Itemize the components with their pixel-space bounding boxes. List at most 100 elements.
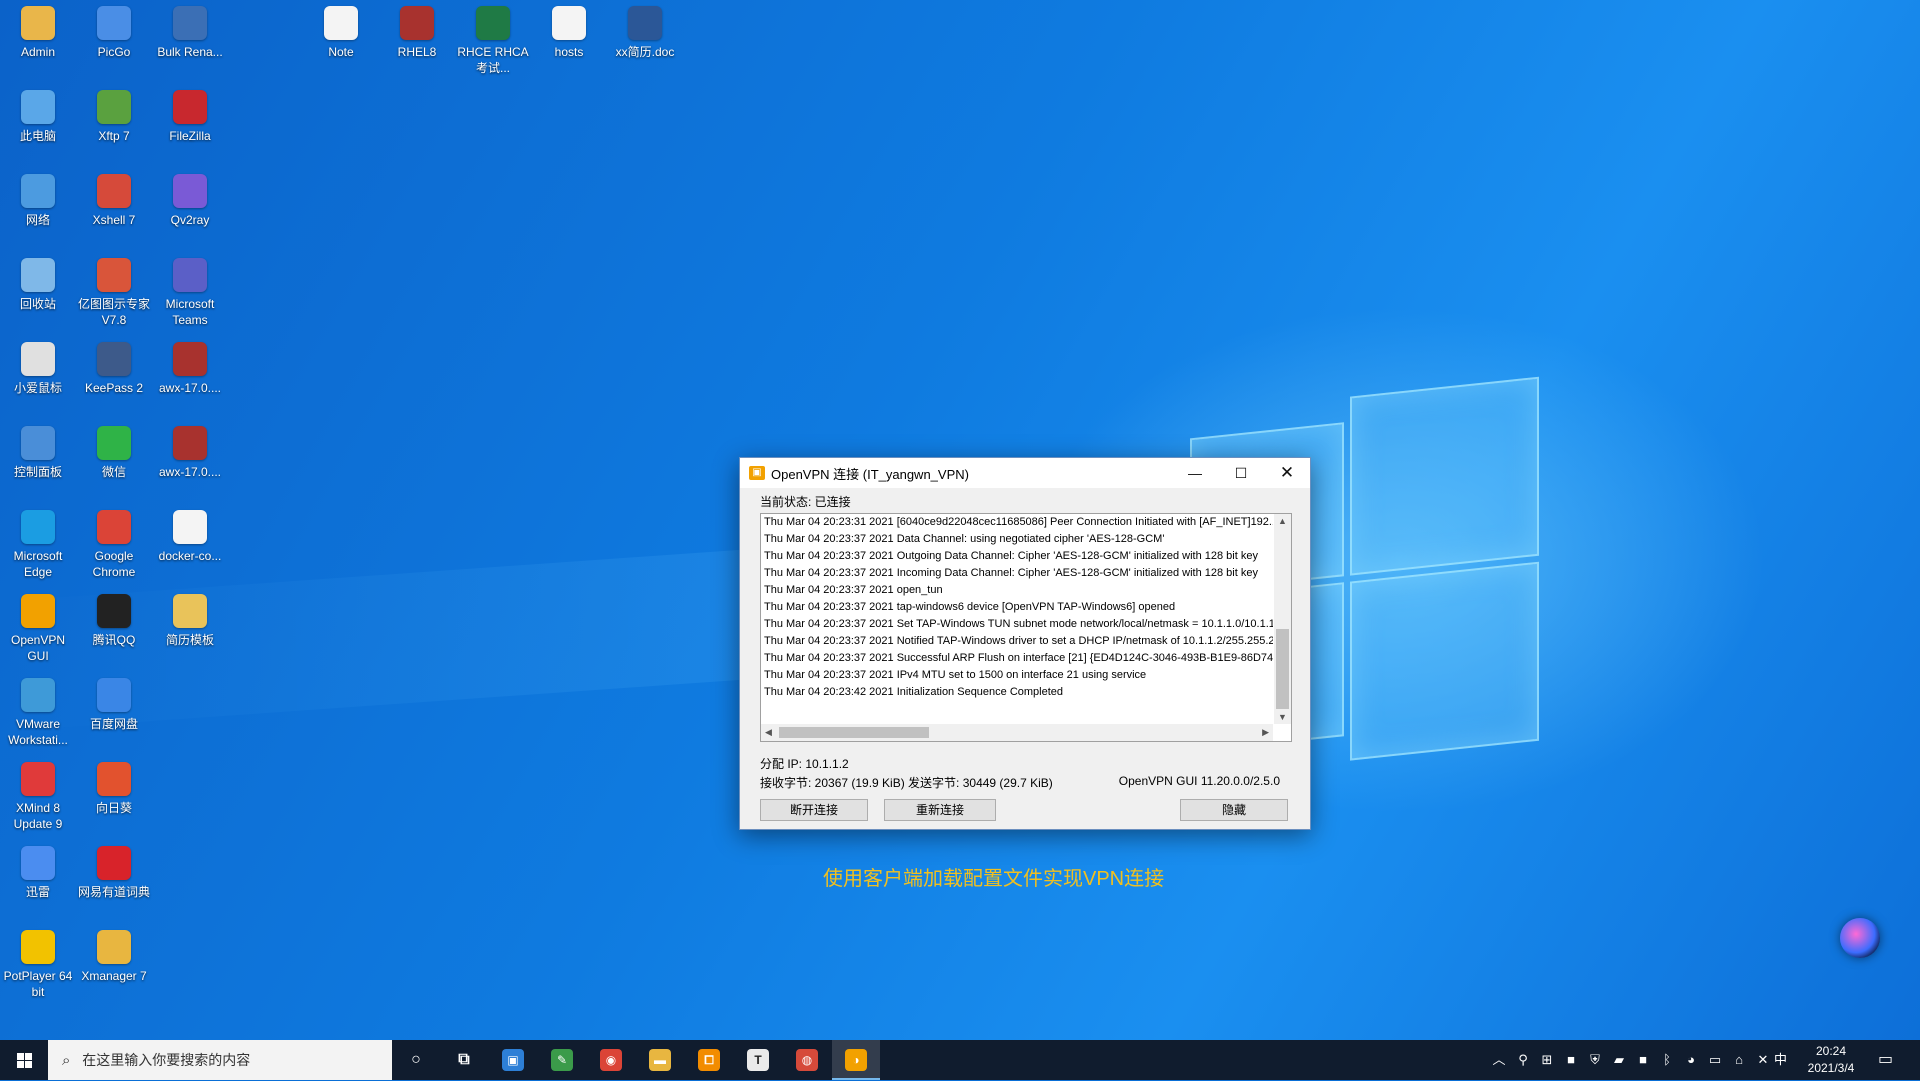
wechat-tray-icon[interactable]: ◕ (1680, 1040, 1702, 1080)
app-tray-icon[interactable]: ■ (1560, 1040, 1582, 1080)
desktop-icon[interactable]: FileZilla (152, 84, 228, 144)
app-tray-icon[interactable]: ■ (1632, 1040, 1654, 1080)
desktop-icon[interactable]: PicGo (76, 0, 152, 60)
desktop-icon[interactable]: 小爱鼠标 (0, 336, 76, 396)
desktop-icon[interactable]: xx简历.doc (607, 0, 683, 60)
minimize-button[interactable]: — (1172, 458, 1218, 488)
desktop-icon[interactable]: XMind 8 Update 9 (0, 756, 76, 832)
desktop-icon[interactable]: Xshell 7 (76, 168, 152, 228)
taskbar-typora-button[interactable]: T (734, 1040, 782, 1080)
mute-icon[interactable]: ✕ (1752, 1040, 1774, 1080)
desktop-icon[interactable]: hosts (531, 0, 607, 60)
bluetooth-icon[interactable]: ᛒ (1656, 1040, 1678, 1080)
wifi-icon[interactable]: ⌂ (1728, 1040, 1750, 1080)
desktop-icon[interactable]: 网络 (0, 168, 76, 228)
desktop-icon[interactable]: Google Chrome (76, 504, 152, 580)
scroll-left-icon[interactable]: ◀ (765, 727, 772, 738)
taskbar-chrome-button[interactable]: ◉ (587, 1040, 635, 1080)
taskbar-vmware-button[interactable]: ⧠ (685, 1040, 733, 1080)
desktop-icon[interactable]: 微信 (76, 420, 152, 480)
reconnect-button[interactable]: 重新连接 (884, 799, 996, 821)
xftp-icon (97, 90, 131, 124)
desktop-icon[interactable]: 回收站 (0, 252, 76, 312)
taskbar-store-button[interactable]: ▣ (489, 1040, 537, 1080)
desktop-icon[interactable]: 简历模板 (152, 588, 228, 648)
desktop-icon[interactable]: 网易有道词典 (76, 840, 152, 900)
taskbar-notepad-button[interactable]: ✎ (538, 1040, 586, 1080)
close-button[interactable]: ✕ (1264, 458, 1310, 488)
desktop-icon[interactable]: awx-17.0.... (152, 420, 228, 480)
desktop-icon[interactable]: Xmanager 7 (76, 924, 152, 984)
computer-icon (21, 90, 55, 124)
chrome-icon: ◉ (600, 1048, 622, 1071)
desktop-icon-label: Bulk Rena... (157, 45, 223, 59)
taskbar-search-box[interactable]: ⌕ 在这里输入你要搜索的内容 (48, 1040, 392, 1080)
desktop-icon[interactable]: Admin (0, 0, 76, 60)
desktop-icon-label: Microsoft Teams (165, 297, 215, 327)
start-button[interactable] (0, 1040, 48, 1080)
desktop-icon[interactable]: docker-co... (152, 504, 228, 564)
horizontal-scrollbar[interactable]: ◀ ▶ (761, 724, 1273, 741)
chevron-up-icon[interactable]: ︿ (1488, 1040, 1510, 1080)
title-bar[interactable]: ▣ OpenVPN 连接 (IT_yangwn_VPN) — ☐ ✕ (740, 458, 1310, 488)
taskbar-file-explorer-button[interactable]: ▬ (636, 1040, 684, 1080)
desktop-icon[interactable]: Microsoft Teams (152, 252, 228, 328)
desktop-icon-label: docker-co... (158, 549, 222, 563)
desktop: Admin PicGo Bulk Rena... 此电脑 Xftp 7 FileZilla… (0, 0, 1920, 1040)
desktop-icon[interactable]: 向日葵 (76, 756, 152, 816)
log-line: Thu Mar 04 20:23:37 2021 Set TAP-Windows… (764, 618, 1273, 630)
desktop-icon[interactable]: Xftp 7 (76, 84, 152, 144)
desktop-icon[interactable]: Qv2ray (152, 168, 228, 228)
desktop-icon[interactable]: Microsoft Edge (0, 504, 76, 580)
desktop-icon[interactable]: 百度网盘 (76, 672, 152, 732)
bulk-rename-icon (173, 6, 207, 40)
display-icon[interactable]: ▭ (1704, 1040, 1726, 1080)
desktop-icon[interactable]: RHEL8 (379, 0, 455, 60)
taskbar-xshell-button[interactable]: ◍ (783, 1040, 831, 1080)
assistant-ball-icon[interactable] (1840, 918, 1880, 958)
xshell-icon: ◍ (796, 1048, 818, 1071)
desktop-icon[interactable]: VMware Workstati... (0, 672, 76, 748)
ime-indicator[interactable]: 中 (1774, 1040, 1787, 1080)
taskbar-cortana-button[interactable]: ○ (392, 1040, 440, 1080)
desktop-icon[interactable]: 腾讯QQ (76, 588, 152, 648)
pin-icon[interactable]: ⚲ (1512, 1040, 1534, 1080)
scroll-down-icon[interactable]: ▼ (1278, 712, 1287, 722)
clock[interactable]: 20:24 2021/3/4 (1796, 1043, 1866, 1077)
desktop-icon[interactable]: 控制面板 (0, 420, 76, 480)
desktop-icon[interactable]: awx-17.0.... (152, 336, 228, 396)
maximize-button[interactable]: ☐ (1218, 458, 1264, 488)
network-tray-icon[interactable]: ⊞ (1536, 1040, 1558, 1080)
desktop-icon-label: 百度网盘 (89, 717, 138, 731)
notification-center-icon[interactable]: ▭ (1878, 1040, 1893, 1080)
vertical-scroll-thumb[interactable] (1276, 629, 1289, 709)
desktop-icon-label: awx-17.0.... (158, 381, 222, 395)
desktop-icon[interactable]: 迅雷 (0, 840, 76, 900)
desktop-icon[interactable]: Bulk Rena... (152, 0, 228, 60)
desktop-icon[interactable]: PotPlayer 64 bit (0, 924, 76, 1000)
desktop-icon[interactable]: 亿图图示专家 V7.8 (76, 252, 152, 328)
bytes-counter: 接收字节: 20367 (19.9 KiB) 发送字节: 30449 (29.7… (760, 776, 1053, 790)
desktop-icon[interactable]: Note (303, 0, 379, 60)
desktop-icon-label: Xshell 7 (92, 213, 136, 227)
desktop-icon-label: 控制面板 (13, 465, 62, 479)
scroll-right-icon[interactable]: ▶ (1262, 727, 1269, 738)
scroll-up-icon[interactable]: ▲ (1278, 516, 1287, 526)
desktop-icon[interactable]: OpenVPN GUI (0, 588, 76, 664)
log-line: Thu Mar 04 20:23:37 2021 open_tun (764, 584, 943, 596)
log-textbox[interactable]: Thu Mar 04 20:23:31 2021 [6040ce9d22048c… (760, 513, 1292, 742)
teams-icon (173, 258, 207, 292)
taskbar-openvpn-button[interactable]: ◑ (832, 1040, 880, 1080)
desktop-icon[interactable]: RHCE RHCA考试... (455, 0, 531, 76)
horizontal-scroll-thumb[interactable] (779, 727, 929, 738)
hide-button[interactable]: 隐藏 (1180, 799, 1288, 821)
desktop-icon-label: PicGo (97, 45, 131, 59)
potplayer-icon (21, 930, 55, 964)
vertical-scrollbar[interactable]: ▲ ▼ (1274, 514, 1291, 724)
desktop-icon[interactable]: KeePass 2 (76, 336, 152, 396)
nvidia-icon[interactable]: ▰ (1608, 1040, 1630, 1080)
desktop-icon[interactable]: 此电脑 (0, 84, 76, 144)
shield-tray-icon[interactable]: ⛨ (1584, 1040, 1606, 1080)
taskbar-task-view-button[interactable]: ⧉ (440, 1040, 488, 1080)
disconnect-button[interactable]: 断开连接 (760, 799, 868, 821)
